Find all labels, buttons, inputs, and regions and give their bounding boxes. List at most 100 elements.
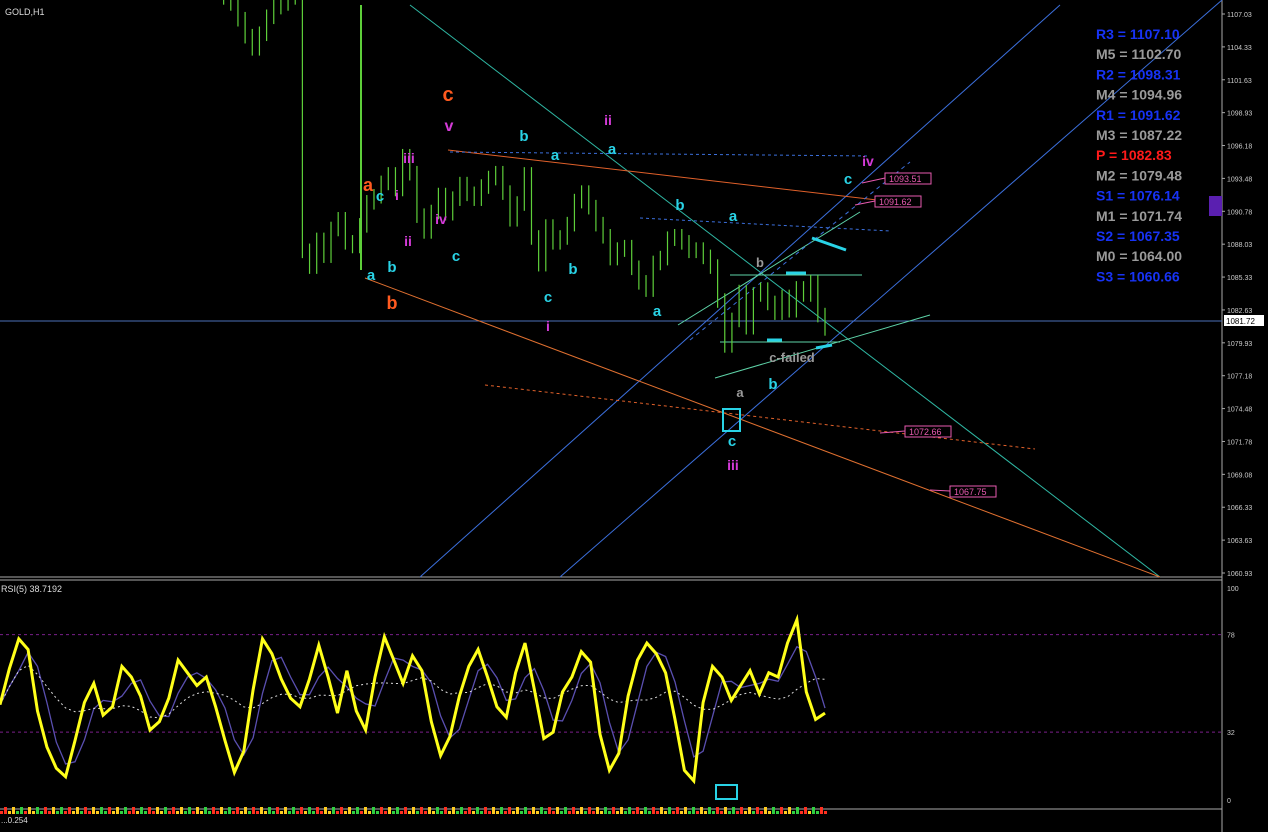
pivot-label: M0 = 1064.00 bbox=[1096, 248, 1182, 264]
indicator-bar bbox=[808, 811, 811, 814]
indicator-bar bbox=[236, 807, 239, 814]
indicator-bar bbox=[204, 807, 207, 814]
indicator-bar bbox=[336, 811, 339, 814]
price-tick-label: 1074.48 bbox=[1227, 407, 1252, 414]
indicator-bar bbox=[308, 807, 311, 814]
indicator-bar bbox=[672, 811, 675, 814]
indicator-bar bbox=[588, 807, 591, 814]
indicator-bar bbox=[168, 811, 171, 814]
price-tick-label: 1069.08 bbox=[1227, 472, 1252, 479]
indicator-bar bbox=[656, 811, 659, 814]
bottom-indicator-label: ...0.254 bbox=[1, 816, 28, 825]
price-tick-label: 1107.03 bbox=[1227, 12, 1252, 19]
indicator-bar bbox=[152, 811, 155, 814]
wave-label: c bbox=[376, 188, 384, 205]
indicator-bar bbox=[148, 807, 151, 814]
indicator-bar bbox=[560, 811, 563, 814]
indicator-bar bbox=[428, 807, 431, 814]
price-tick-label: 1096.18 bbox=[1227, 144, 1252, 151]
wave-label: i bbox=[546, 318, 550, 334]
indicator-bar bbox=[420, 807, 423, 814]
indicator-bar bbox=[300, 807, 303, 814]
indicator-bar bbox=[172, 807, 175, 814]
indicator-bar bbox=[276, 807, 279, 814]
wave-label: b bbox=[675, 197, 684, 214]
indicator-bar bbox=[668, 807, 671, 814]
indicator-bar bbox=[536, 811, 539, 814]
indicator-bar bbox=[328, 811, 331, 814]
indicator-bar bbox=[628, 807, 631, 814]
indicator-bar bbox=[220, 807, 223, 814]
indicator-bar bbox=[156, 807, 159, 814]
indicator-bar bbox=[132, 807, 135, 814]
indicator-bar bbox=[340, 807, 343, 814]
wave-label: iii bbox=[727, 457, 739, 473]
indicator-bar bbox=[24, 811, 27, 814]
indicator-bar bbox=[76, 807, 79, 814]
indicator-bar bbox=[500, 807, 503, 814]
indicator-bar bbox=[444, 807, 447, 814]
indicator-bar bbox=[244, 807, 247, 814]
indicator-bar bbox=[96, 811, 99, 814]
indicator-bar bbox=[592, 811, 595, 814]
indicator-bar bbox=[644, 807, 647, 814]
indicator-bar bbox=[292, 807, 295, 814]
indicator-bar bbox=[720, 811, 723, 814]
indicator-bar bbox=[824, 811, 827, 814]
rsi-tick-label: 100 bbox=[1227, 586, 1239, 593]
indicator-bar bbox=[352, 811, 355, 814]
price-box-label: 1067.75 bbox=[954, 487, 987, 497]
wave-label: ii bbox=[604, 112, 612, 128]
indicator-bar bbox=[788, 807, 791, 814]
indicator-bar bbox=[728, 811, 731, 814]
indicator-bar bbox=[212, 807, 215, 814]
price-tick-label: 1093.48 bbox=[1227, 176, 1252, 183]
indicator-bar bbox=[772, 807, 775, 814]
indicator-bar bbox=[688, 811, 691, 814]
wave-label: b bbox=[387, 293, 398, 313]
indicator-bar bbox=[256, 811, 259, 814]
background bbox=[0, 0, 1268, 832]
indicator-bar bbox=[440, 811, 443, 814]
indicator-bar bbox=[388, 807, 391, 814]
wave-label: a bbox=[608, 141, 617, 158]
indicator-bar bbox=[272, 811, 275, 814]
pivot-label: M2 = 1079.48 bbox=[1096, 167, 1182, 183]
indicator-bar bbox=[324, 807, 327, 814]
indicator-bar bbox=[160, 811, 163, 814]
indicator-bar bbox=[384, 811, 387, 814]
price-tick-label: 1063.63 bbox=[1227, 538, 1252, 545]
indicator-bar bbox=[112, 811, 115, 814]
indicator-bar bbox=[32, 811, 35, 814]
indicator-bar bbox=[128, 811, 131, 814]
indicator-bar bbox=[68, 807, 71, 814]
pivot-label: M5 = 1102.70 bbox=[1096, 46, 1181, 62]
rsi-tick-label: 0 bbox=[1227, 798, 1231, 805]
indicator-bar bbox=[640, 811, 643, 814]
indicator-bar bbox=[100, 807, 103, 814]
wave-label: b bbox=[756, 255, 764, 270]
wave-label: iv bbox=[435, 211, 447, 227]
price-tick-label: 1090.78 bbox=[1227, 209, 1252, 216]
wave-label: a bbox=[363, 175, 374, 195]
indicator-bar bbox=[240, 811, 243, 814]
indicator-bar bbox=[56, 811, 59, 814]
indicator-bar bbox=[144, 811, 147, 814]
indicator-bar bbox=[804, 807, 807, 814]
wave-label: c bbox=[844, 171, 852, 188]
indicator-bar bbox=[36, 807, 39, 814]
wave-label: a bbox=[367, 267, 376, 284]
indicator-bar bbox=[548, 807, 551, 814]
indicator-bar bbox=[584, 811, 587, 814]
indicator-bar bbox=[516, 807, 519, 814]
indicator-bar bbox=[372, 807, 375, 814]
wave-label: b bbox=[768, 376, 777, 393]
indicator-bar bbox=[232, 811, 235, 814]
indicator-bar bbox=[260, 807, 263, 814]
indicator-bar bbox=[80, 811, 83, 814]
indicator-bar bbox=[88, 811, 91, 814]
indicator-bar bbox=[624, 811, 627, 814]
indicator-bar bbox=[764, 807, 767, 814]
pivot-label: M3 = 1087.22 bbox=[1096, 127, 1182, 143]
pivot-label: M4 = 1094.96 bbox=[1096, 87, 1182, 103]
